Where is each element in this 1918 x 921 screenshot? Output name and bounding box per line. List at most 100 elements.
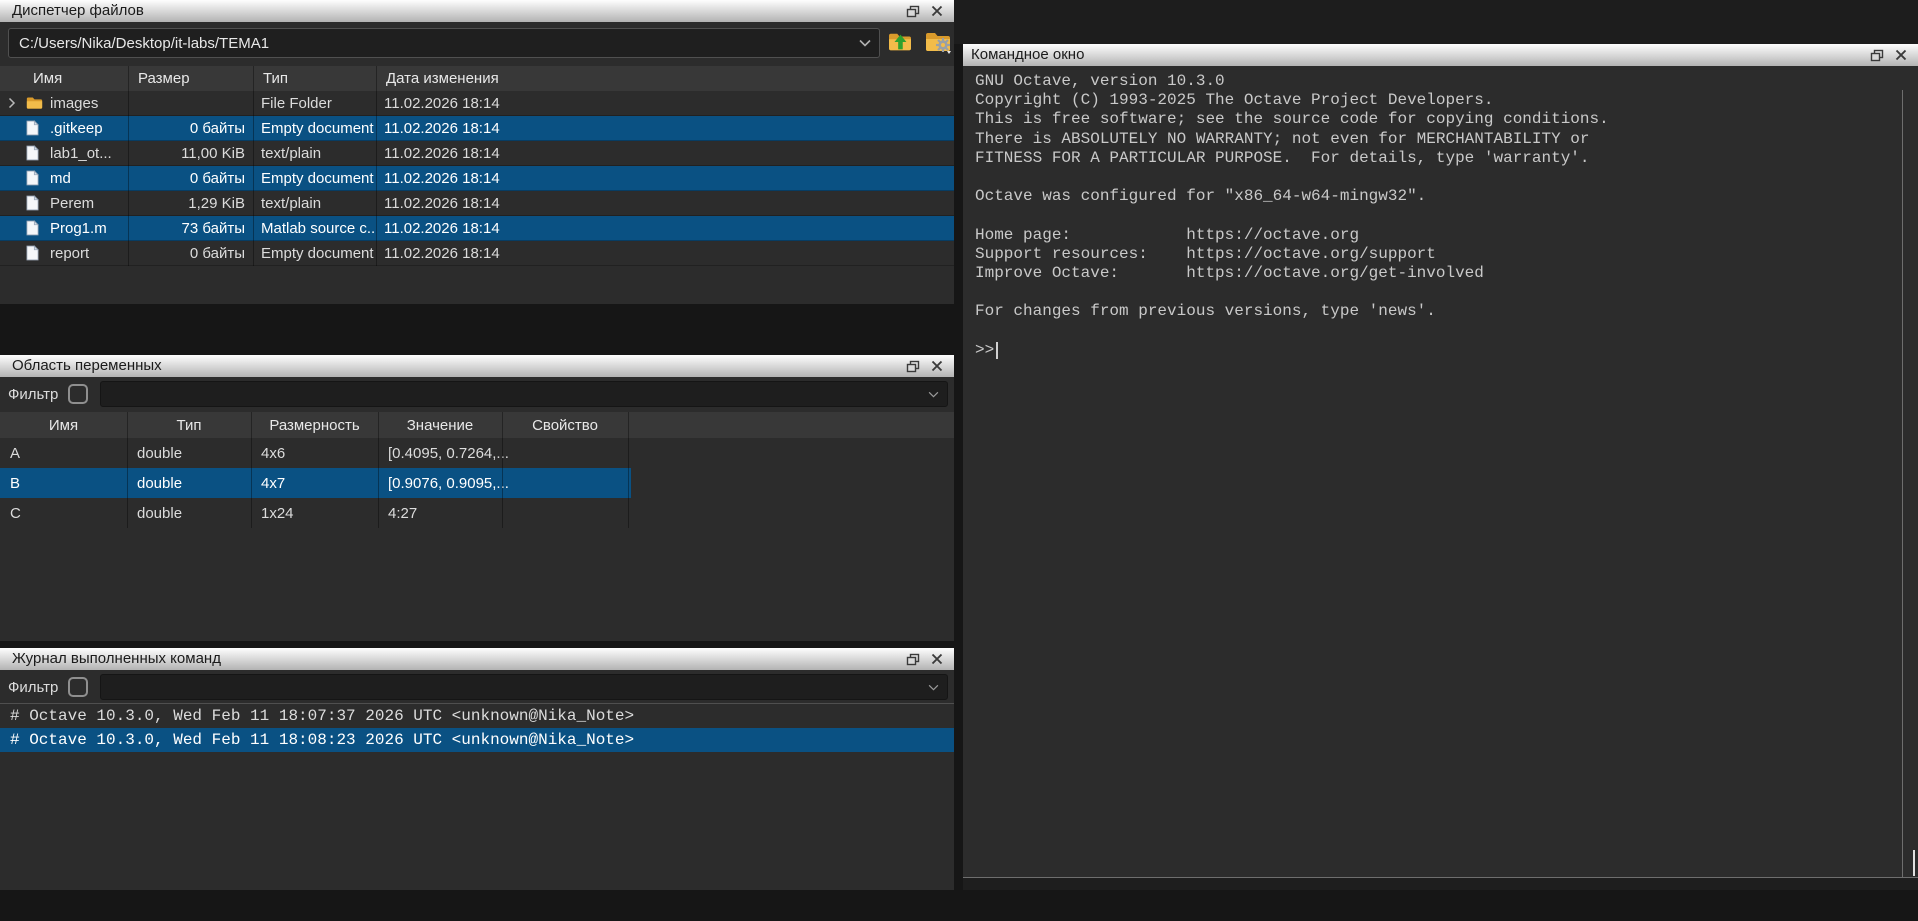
folder-actions-button[interactable] (922, 26, 954, 58)
file-icon (26, 245, 44, 261)
history-titlebar[interactable]: Журнал выполненных команд (0, 648, 954, 670)
folder-actions-icon (924, 30, 952, 54)
column-header-attribute[interactable]: Свойство (502, 417, 628, 434)
vertical-scrollbar[interactable] (1913, 850, 1915, 876)
file-icon (26, 170, 44, 186)
variable-row[interactable]: B double 4x7 [0.9076, 0.9095,... (0, 468, 954, 498)
close-button[interactable] (925, 650, 949, 668)
history-entry[interactable]: # Octave 10.3.0, Wed Feb 11 18:07:37 202… (0, 704, 954, 728)
undock-button[interactable] (901, 357, 925, 375)
terminal-line (975, 168, 1918, 187)
file-row[interactable]: md 0 байты Empty document 11.02.2026 18:… (0, 166, 954, 191)
undock-button[interactable] (1865, 46, 1889, 64)
terminal-line (975, 322, 1918, 341)
column-header-size[interactable]: Размер (128, 70, 253, 87)
close-icon (931, 360, 943, 372)
file-row[interactable]: Perem 1,29 KiB text/plain 11.02.2026 18:… (0, 191, 954, 216)
file-name: lab1_ot... (50, 145, 112, 162)
column-divider[interactable] (128, 66, 129, 266)
terminal-line (975, 206, 1918, 225)
column-divider[interactable] (127, 412, 128, 528)
file-row[interactable]: Prog1.m 73 байты Matlab source c... 11.0… (0, 216, 954, 241)
chevron-down-icon (859, 39, 871, 47)
folder-up-icon (887, 31, 913, 53)
tree-expand-icon[interactable] (8, 97, 26, 109)
column-header-name[interactable]: Имя (0, 417, 127, 434)
file-icon (26, 120, 44, 136)
undock-icon (906, 653, 920, 666)
column-divider[interactable] (378, 412, 379, 528)
undock-icon (1870, 49, 1884, 62)
close-icon (1895, 49, 1907, 61)
column-header-name[interactable]: Имя (0, 70, 128, 87)
close-icon (931, 653, 943, 665)
history-entry[interactable]: # Octave 10.3.0, Wed Feb 11 18:08:23 202… (0, 728, 954, 752)
horizontal-scrollbar-track[interactable] (963, 878, 1918, 890)
filter-combobox[interactable] (100, 674, 948, 700)
command-window-titlebar[interactable]: Командное окно (963, 44, 1918, 66)
filter-label: Фильтр (8, 386, 58, 403)
column-divider[interactable] (253, 66, 254, 266)
undock-button[interactable] (901, 2, 925, 20)
terminal-line (975, 283, 1918, 302)
prompt: >> (975, 341, 994, 360)
terminal-line: Copyright (C) 1993-2025 The Octave Proje… (975, 91, 1918, 110)
file-row[interactable]: images File Folder 11.02.2026 18:14 (0, 91, 954, 116)
terminal-line: There is ABSOLUTELY NO WARRANTY; not eve… (975, 130, 1918, 149)
close-button[interactable] (1889, 46, 1913, 64)
filter-checkbox[interactable] (68, 384, 88, 404)
variables-table-header: Имя Тип Размерность Значение Свойство (0, 412, 954, 438)
undock-icon (906, 360, 920, 373)
close-button[interactable] (925, 2, 949, 20)
terminal-line: Home page: https://octave.org (975, 226, 1918, 245)
history-title: Журнал выполненных команд (12, 648, 901, 670)
file-icon (26, 195, 44, 211)
column-header-modified[interactable]: Дата изменения (376, 70, 954, 87)
file-name: Perem (50, 195, 94, 212)
variables-table: Имя Тип Размерность Значение Свойство A … (0, 412, 954, 528)
filter-checkbox[interactable] (68, 677, 88, 697)
column-divider[interactable] (376, 66, 377, 266)
file-row[interactable]: report 0 байты Empty document 11.02.2026… (0, 241, 954, 266)
workspace-titlebar[interactable]: Область переменных (0, 355, 954, 377)
column-divider[interactable] (502, 412, 503, 528)
terminal-line: FITNESS FOR A PARTICULAR PURPOSE. For de… (975, 149, 1918, 168)
terminal-line: This is free software; see the source co… (975, 110, 1918, 129)
variable-row[interactable]: A double 4x6 [0.4095, 0.7264,... (0, 438, 954, 468)
column-header-type[interactable]: Тип (253, 70, 376, 87)
undock-icon (906, 5, 920, 18)
command-window-title: Командное окно (971, 44, 1865, 66)
close-button[interactable] (925, 357, 949, 375)
column-header-value[interactable]: Значение (378, 417, 502, 434)
chevron-down-icon (928, 391, 939, 398)
terminal[interactable]: GNU Octave, version 10.3.0 Copyright (C)… (963, 66, 1918, 921)
column-divider[interactable] (628, 412, 629, 528)
path-combobox[interactable]: C:/Users/Nika/Desktop/it-labs/TEMA1 (8, 28, 880, 58)
folder-icon (26, 95, 44, 111)
close-icon (931, 5, 943, 17)
terminal-line: For changes from previous versions, type… (975, 302, 1918, 321)
chevron-down-icon (928, 684, 939, 691)
scrollbar-track-border (1902, 90, 1903, 877)
undock-button[interactable] (901, 650, 925, 668)
command-window-dock: Командное окно GNU Octave, version 10.3.… (963, 44, 1918, 890)
file-manager-titlebar[interactable]: Диспетчер файлов (0, 0, 954, 22)
file-name: Prog1.m (50, 220, 107, 237)
filter-combobox[interactable] (100, 381, 948, 407)
column-header-dimension[interactable]: Размерность (251, 417, 378, 434)
file-manager-title: Диспетчер файлов (12, 0, 901, 22)
file-row[interactable]: lab1_ot... 11,00 KiB text/plain 11.02.20… (0, 141, 954, 166)
column-divider[interactable] (251, 412, 252, 528)
text-cursor (996, 342, 998, 359)
file-name: .gitkeep (50, 120, 103, 137)
file-row[interactable]: .gitkeep 0 байты Empty document 11.02.20… (0, 116, 954, 141)
column-header-class[interactable]: Тип (127, 417, 251, 434)
one-directory-up-button[interactable] (884, 26, 916, 58)
file-name: report (50, 245, 89, 262)
workspace-dock: Область переменных Фильтр Имя (0, 355, 954, 641)
file-manager-dock: Диспетчер файлов C:/Users/Nika/Desktop/i… (0, 0, 954, 304)
variable-row[interactable]: C double 1x24 4:27 (0, 498, 954, 528)
path-value: C:/Users/Nika/Desktop/it-labs/TEMA1 (19, 35, 859, 52)
file-name: images (50, 95, 98, 112)
terminal-line: GNU Octave, version 10.3.0 (975, 72, 1918, 91)
